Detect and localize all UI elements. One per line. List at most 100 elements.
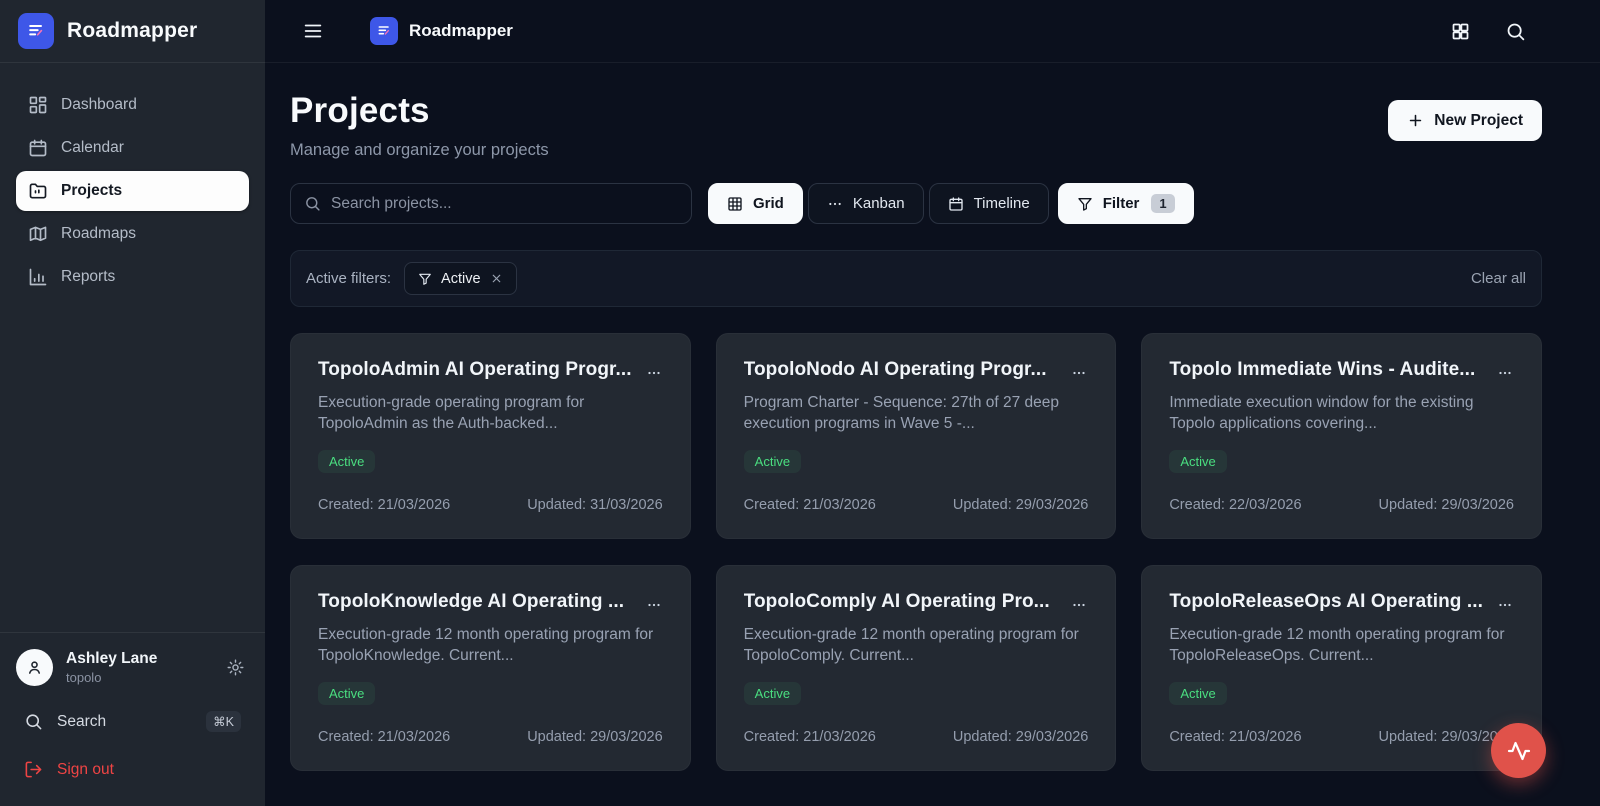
hamburger-icon [302, 20, 324, 42]
ellipsis-icon [1070, 361, 1088, 379]
calendar-icon [28, 138, 48, 158]
sign-out-label: Sign out [57, 761, 114, 779]
settings-gear-button[interactable] [222, 654, 249, 681]
sidebar-item-label: Projects [61, 182, 122, 200]
sidebar-header: Roadmapper [0, 0, 265, 63]
updated-date: Updated: 31/03/2026 [527, 497, 662, 513]
topbar-search-button[interactable] [1501, 17, 1530, 46]
menu-toggle-button[interactable] [298, 16, 328, 46]
updated-date: Updated: 29/03/2026 [527, 729, 662, 745]
sidebar-item-dashboard[interactable]: Dashboard [16, 85, 249, 125]
bar-chart-icon [28, 267, 48, 287]
search-icon [1505, 21, 1526, 42]
activity-fab[interactable] [1491, 723, 1546, 778]
sidebar-item-calendar[interactable]: Calendar [16, 128, 249, 168]
sidebar-item-projects[interactable]: Projects [16, 171, 249, 211]
status-badge: Active [318, 682, 375, 705]
map-icon [28, 224, 48, 244]
updated-date: Updated: 29/03/2026 [953, 497, 1088, 513]
logo-icon [26, 21, 46, 41]
keyboard-shortcut-badge: ⌘K [206, 711, 241, 732]
card-menu-button[interactable] [1070, 359, 1088, 381]
filter-button[interactable]: Filter 1 [1058, 183, 1194, 224]
sidebar-item-label: Reports [61, 268, 115, 286]
project-card[interactable]: TopoloReleaseOps AI Operating ... Execut… [1141, 565, 1542, 771]
project-description: Program Charter - Sequence: 27th of 27 d… [744, 392, 1089, 435]
card-menu-button[interactable] [1070, 591, 1088, 613]
card-menu-button[interactable] [1496, 591, 1514, 613]
search-icon [304, 195, 321, 212]
layout-grid-button[interactable] [1446, 17, 1475, 46]
updated-date: Updated: 29/03/2026 [1379, 497, 1514, 513]
search-icon [24, 712, 43, 731]
project-description: Execution-grade operating program for To… [318, 392, 663, 435]
project-description: Immediate execution window for the exist… [1169, 392, 1514, 435]
card-menu-button[interactable] [645, 591, 663, 613]
updated-date: Updated: 29/03/2026 [953, 729, 1088, 745]
user-org: topolo [66, 670, 209, 685]
user-name: Ashley Lane [66, 650, 209, 668]
project-card[interactable]: Topolo Immediate Wins - Audite... Immedi… [1141, 333, 1542, 539]
view-kanban-button[interactable]: Kanban [808, 183, 924, 224]
user-icon [25, 658, 44, 677]
user-profile: Ashley Lane topolo [16, 647, 249, 700]
project-title: TopoloComply AI Operating Pro... [744, 591, 1050, 613]
project-description: Execution-grade 12 month operating progr… [1169, 624, 1514, 667]
grid-3x3-icon [727, 196, 743, 212]
active-filters-bar: Active filters: Active Clear all [290, 250, 1542, 307]
sidebar-search-button[interactable]: Search ⌘K [16, 700, 249, 743]
project-card[interactable]: TopoloNodo AI Operating Progr... Program… [716, 333, 1117, 539]
sidebar-item-reports[interactable]: Reports [16, 257, 249, 297]
project-card[interactable]: TopoloComply AI Operating Pro... Executi… [716, 565, 1117, 771]
logout-icon [24, 760, 43, 779]
main-area: Roadmapper Projects Manage and organize … [265, 0, 1600, 806]
status-badge: Active [318, 450, 375, 473]
project-title: TopoloAdmin AI Operating Progr... [318, 359, 632, 381]
page-subtitle: Manage and organize your projects [290, 141, 549, 160]
sidebar-item-roadmaps[interactable]: Roadmaps [16, 214, 249, 254]
sidebar: Roadmapper Dashboard Calendar Projects [0, 0, 265, 806]
search-projects-input[interactable] [331, 195, 678, 213]
card-menu-button[interactable] [1496, 359, 1514, 381]
sidebar-item-label: Dashboard [61, 96, 137, 114]
new-project-button[interactable]: New Project [1388, 100, 1542, 141]
projects-grid: TopoloAdmin AI Operating Progr... Execut… [290, 333, 1542, 771]
sidebar-nav: Dashboard Calendar Projects Roadmaps [0, 63, 265, 319]
ellipsis-icon [1496, 361, 1514, 379]
clear-all-button[interactable]: Clear all [1471, 270, 1526, 287]
view-grid-button[interactable]: Grid [708, 183, 803, 224]
project-description: Execution-grade 12 month operating progr… [318, 624, 663, 667]
sidebar-item-label: Calendar [61, 139, 124, 157]
created-date: Created: 21/03/2026 [744, 729, 876, 745]
dashboard-icon [28, 95, 48, 115]
toolbar: Grid Kanban Timeline [290, 183, 1542, 224]
project-title: TopoloReleaseOps AI Operating ... [1169, 591, 1483, 613]
created-date: Created: 22/03/2026 [1169, 497, 1301, 513]
sidebar-footer: Ashley Lane topolo Search ⌘K Sign out [0, 632, 265, 806]
topbar-brand-title: Roadmapper [409, 21, 513, 41]
content: Projects Manage and organize your projec… [265, 63, 1600, 771]
view-timeline-button[interactable]: Timeline [929, 183, 1049, 224]
close-icon[interactable] [490, 272, 503, 285]
project-description: Execution-grade 12 month operating progr… [744, 624, 1089, 667]
active-filter-chip[interactable]: Active [404, 262, 517, 295]
card-menu-button[interactable] [645, 359, 663, 381]
sidebar-item-label: Roadmaps [61, 225, 136, 243]
project-card[interactable]: TopoloKnowledge AI Operating ... Executi… [290, 565, 691, 771]
ellipsis-icon [1070, 593, 1088, 611]
plus-icon [1407, 112, 1424, 129]
sidebar-search-label: Search [57, 713, 106, 731]
avatar [16, 649, 53, 686]
ellipsis-icon [645, 593, 663, 611]
funnel-icon [418, 272, 432, 286]
created-date: Created: 21/03/2026 [318, 729, 450, 745]
activity-pulse-icon [1507, 739, 1531, 763]
brand-title: Roadmapper [67, 19, 197, 43]
created-date: Created: 21/03/2026 [1169, 729, 1301, 745]
active-filters-label: Active filters: [306, 270, 391, 287]
project-title: TopoloKnowledge AI Operating ... [318, 591, 624, 613]
page-title: Projects [290, 91, 549, 131]
created-date: Created: 21/03/2026 [318, 497, 450, 513]
sign-out-button[interactable]: Sign out [16, 749, 249, 790]
project-card[interactable]: TopoloAdmin AI Operating Progr... Execut… [290, 333, 691, 539]
